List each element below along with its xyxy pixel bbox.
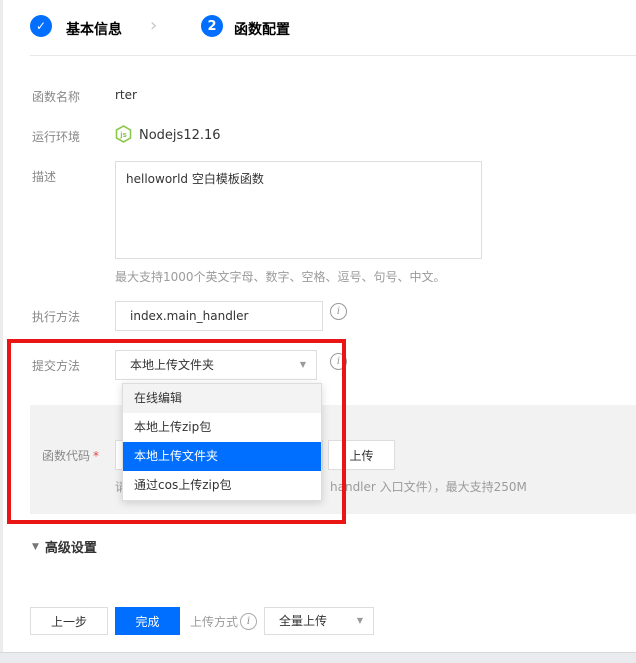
function-code-label: 函数代码* [42,447,99,464]
description-label: 描述 [32,168,56,185]
stepper-step2-label: 函数配置 [234,19,290,39]
nodejs-icon: js [115,125,132,143]
dropdown-option-online-edit[interactable]: 在线编辑 [123,384,321,413]
dropdown-option-upload-zip[interactable]: 本地上传zip包 [123,413,321,442]
description-hint: 最大支持1000个英文字母、数字、空格、逗号、句号、中文。 [115,268,446,285]
runtime-label: 运行环境 [32,128,80,145]
function-name-label: 函数名称 [32,88,80,105]
svg-text:js: js [119,131,127,139]
stepper-step1-label[interactable]: 基本信息 [66,19,122,39]
caret-down-icon: ▼ [357,608,363,634]
handler-info-icon[interactable]: i [330,303,347,320]
submit-method-label: 提交方法 [32,357,80,374]
prev-step-button[interactable]: 上一步 [30,607,108,635]
stepper-step2: 2 [201,15,223,37]
handler-input[interactable]: index.main_handler [115,301,323,331]
finish-button[interactable]: 完成 [115,607,180,635]
submit-method-value: 本地上传文件夹 [130,358,214,372]
upload-mode-label: 上传方式 [190,613,238,630]
header-divider [30,55,636,56]
caret-down-icon: ▼ [300,351,306,379]
dropdown-option-upload-folder[interactable]: 本地上传文件夹 [123,442,321,471]
submit-method-select[interactable]: 本地上传文件夹 ▼ [115,350,317,380]
advanced-settings-label: 高级设置 [45,537,97,556]
step2-number: 2 [207,19,216,34]
function-name-value: rter [115,88,137,102]
step1-circle: ✓ [30,15,52,37]
submit-method-info-icon[interactable]: i [330,353,347,370]
function-code-hint-right: handler 入口文件），最大支持250M [330,478,527,495]
required-asterisk: * [93,449,99,463]
page-left-edge [0,0,3,662]
triangle-down-icon: ▼ [32,542,39,552]
upload-mode-select[interactable]: 全量上传 ▼ [264,607,374,635]
upload-mode: 上传方式 i [190,607,257,635]
handler-label: 执行方法 [32,308,80,325]
dropdown-option-cos-zip[interactable]: 通过cos上传zip包 [123,471,321,500]
chevron-right-icon: › [150,17,157,35]
page-bottom-edge [0,652,636,663]
submit-method-dropdown: 在线编辑 本地上传zip包 本地上传文件夹 通过cos上传zip包 [122,383,322,501]
check-icon: ✓ [36,19,46,33]
description-textarea[interactable]: helloworld 空白模板函数 [115,161,482,259]
stepper-step1[interactable]: ✓ [30,15,52,37]
upload-mode-info-icon[interactable]: i [240,613,257,630]
advanced-settings-toggle[interactable]: ▼ 高级设置 [32,537,97,556]
upload-mode-value: 全量上传 [279,614,327,628]
runtime-value: Nodejs12.16 [139,128,221,143]
step2-circle: 2 [201,15,223,37]
upload-button[interactable]: 上传 [328,440,395,470]
